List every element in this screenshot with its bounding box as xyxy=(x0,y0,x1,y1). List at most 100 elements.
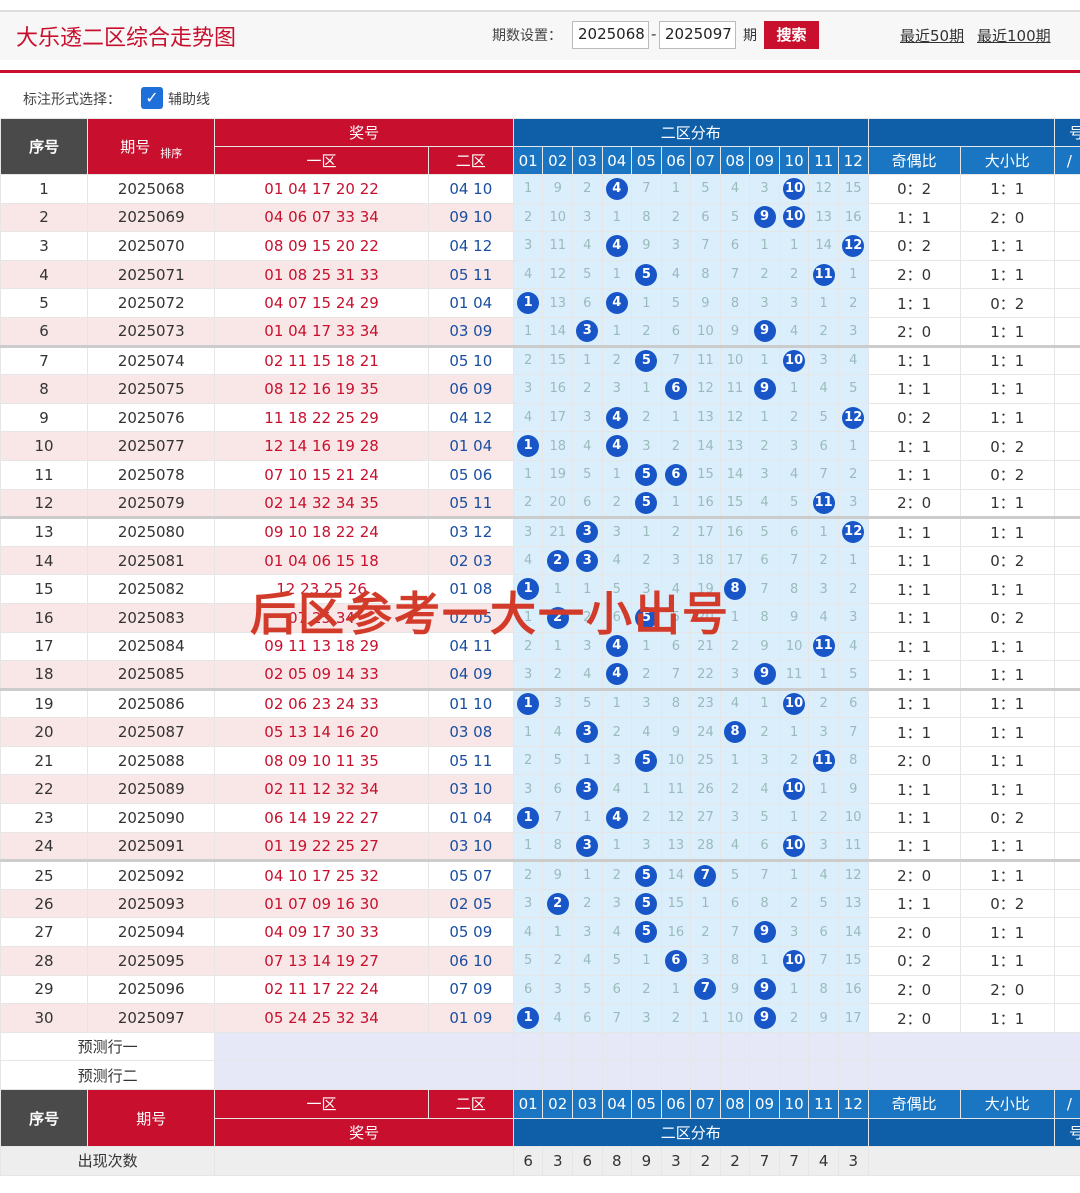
col-header-10: 10 xyxy=(778,146,810,175)
prediction-cell[interactable] xyxy=(542,1031,573,1062)
table-row: 10 2025077 12 14 16 19 28 01 04 1 18 4 4 3 2 14 13 2… xyxy=(0,431,1080,461)
dist-cell: 6 xyxy=(571,288,603,318)
row-seq: 8 xyxy=(0,374,89,404)
row-seq: 14 xyxy=(0,545,89,576)
prediction-cell[interactable] xyxy=(719,1060,751,1090)
dist-cell: 17 xyxy=(837,1003,869,1033)
prediction-cell[interactable] xyxy=(512,1031,544,1062)
sort-button[interactable]: 排序 xyxy=(160,147,182,160)
footer-col-12: 12 xyxy=(837,1089,869,1119)
dist-cell: 2 xyxy=(631,803,662,833)
prediction-cell[interactable] xyxy=(512,1060,544,1090)
count-cell: 7 xyxy=(778,1146,810,1176)
dist-cell: 6 xyxy=(749,831,780,862)
dist-cell: 17 xyxy=(690,516,721,547)
hit-ball: 9 xyxy=(753,320,776,343)
recent-50-link[interactable]: 最近50期 xyxy=(900,25,964,46)
footer-col-10: 10 xyxy=(778,1089,810,1119)
period-to-input[interactable]: 2025097 xyxy=(659,21,736,49)
row-big-small: 1：1 xyxy=(959,231,1055,261)
dist-cell: 5 xyxy=(631,888,662,919)
hit-ball: 10 xyxy=(783,206,806,229)
dist-cell: 16 xyxy=(837,974,869,1005)
prediction-cell[interactable] xyxy=(601,1060,633,1090)
row-odd-even: 1：1 xyxy=(867,344,961,376)
prediction-row[interactable]: 预测行一 xyxy=(0,1031,1080,1062)
row-odd-even: 1：1 xyxy=(867,660,961,690)
prediction-cell[interactable] xyxy=(837,1031,869,1062)
dist-cell: 7 xyxy=(660,344,692,376)
prediction-cell[interactable] xyxy=(631,1031,662,1062)
col-header-02: 02 xyxy=(542,146,573,175)
dist-cell: 6 xyxy=(660,316,692,347)
recent-100-link[interactable]: 最近100期 xyxy=(977,25,1051,46)
row-big-small: 0：2 xyxy=(959,459,1055,490)
header-issue[interactable]: 期号 排序 xyxy=(87,118,216,175)
prediction-cell[interactable] xyxy=(778,1060,810,1090)
prediction-cell[interactable] xyxy=(719,1031,751,1062)
row-zone1: 04 07 15 24 29 xyxy=(214,288,429,318)
dist-cell: 7 xyxy=(749,859,780,890)
prediction-row[interactable]: 预测行二 xyxy=(0,1060,1080,1090)
prediction-cell[interactable] xyxy=(660,1031,692,1062)
prediction-cell[interactable] xyxy=(542,1060,573,1090)
dist-cell: 2 xyxy=(571,888,603,919)
dist-cell: 3 xyxy=(512,516,544,547)
row-big-small: 1：1 xyxy=(959,774,1055,805)
dist-cell: 14 xyxy=(690,431,721,461)
period-from-input[interactable]: 2025068 xyxy=(572,21,649,49)
row-zone1: 02 11 12 32 34 xyxy=(214,774,429,805)
dist-cell: 5 xyxy=(808,402,839,433)
prediction-cell[interactable] xyxy=(571,1031,603,1062)
dist-cell: 4 xyxy=(512,259,544,290)
prediction-zone[interactable] xyxy=(214,1060,514,1090)
col-header-04: 04 xyxy=(601,146,633,175)
dist-cell: 15 xyxy=(660,888,692,919)
hit-ball: 3 xyxy=(576,320,599,343)
dist-cell: 1 xyxy=(542,917,573,948)
search-button[interactable]: 搜索 xyxy=(764,21,819,49)
prediction-cell[interactable] xyxy=(571,1060,603,1090)
dist-cell: 11 xyxy=(808,631,839,662)
row-big-small: 0：2 xyxy=(959,288,1055,318)
prediction-cell[interactable] xyxy=(690,1031,721,1062)
prediction-cell[interactable] xyxy=(690,1060,721,1090)
dist-cell: 12 xyxy=(837,402,869,433)
prediction-cell[interactable] xyxy=(808,1060,839,1090)
row-seq: 6 xyxy=(0,316,89,347)
prediction-zone[interactable] xyxy=(214,1031,514,1062)
prediction-cell[interactable] xyxy=(778,1031,810,1062)
table-row: 26 2025093 01 07 09 16 30 02 05 3 2 2 3 5 15 1 6 8 2 5… xyxy=(0,888,1080,919)
dist-cell: 3 xyxy=(837,488,869,519)
prediction-cell[interactable] xyxy=(749,1031,780,1062)
dist-cell: 1 xyxy=(660,402,692,433)
aux-line-checkbox[interactable]: ✓ xyxy=(141,87,163,109)
row-big-small: 1：1 xyxy=(959,516,1055,547)
dist-cell: 6 xyxy=(808,431,839,461)
prediction-label[interactable]: 预测行一 xyxy=(0,1031,216,1062)
dist-cell: 17 xyxy=(719,545,751,576)
prediction-cell[interactable] xyxy=(749,1060,780,1090)
prediction-cell[interactable] xyxy=(601,1031,633,1062)
row-seq: 4 xyxy=(0,259,89,290)
dist-cell: 1 xyxy=(512,459,544,490)
dist-cell: 10 xyxy=(778,344,810,376)
dist-cell: 1 xyxy=(601,831,633,862)
dist-cell: 28 xyxy=(690,831,721,862)
row-big-small: 0：2 xyxy=(959,803,1055,833)
dist-cell: 4 xyxy=(601,917,633,948)
dist-cell: 3 xyxy=(631,1003,662,1033)
dist-cell: 3 xyxy=(542,687,573,719)
dist-cell: 1 xyxy=(749,231,780,261)
dist-cell: 15 xyxy=(837,946,869,976)
prediction-extra xyxy=(867,1031,1080,1062)
dist-cell: 15 xyxy=(690,459,721,490)
prediction-cell[interactable] xyxy=(808,1031,839,1062)
dist-cell: 13 xyxy=(837,888,869,919)
row-issue: 2025086 xyxy=(87,687,216,719)
prediction-label[interactable]: 预测行二 xyxy=(0,1060,216,1090)
dist-cell: 11 xyxy=(719,374,751,404)
prediction-cell[interactable] xyxy=(660,1060,692,1090)
prediction-cell[interactable] xyxy=(631,1060,662,1090)
prediction-cell[interactable] xyxy=(837,1060,869,1090)
